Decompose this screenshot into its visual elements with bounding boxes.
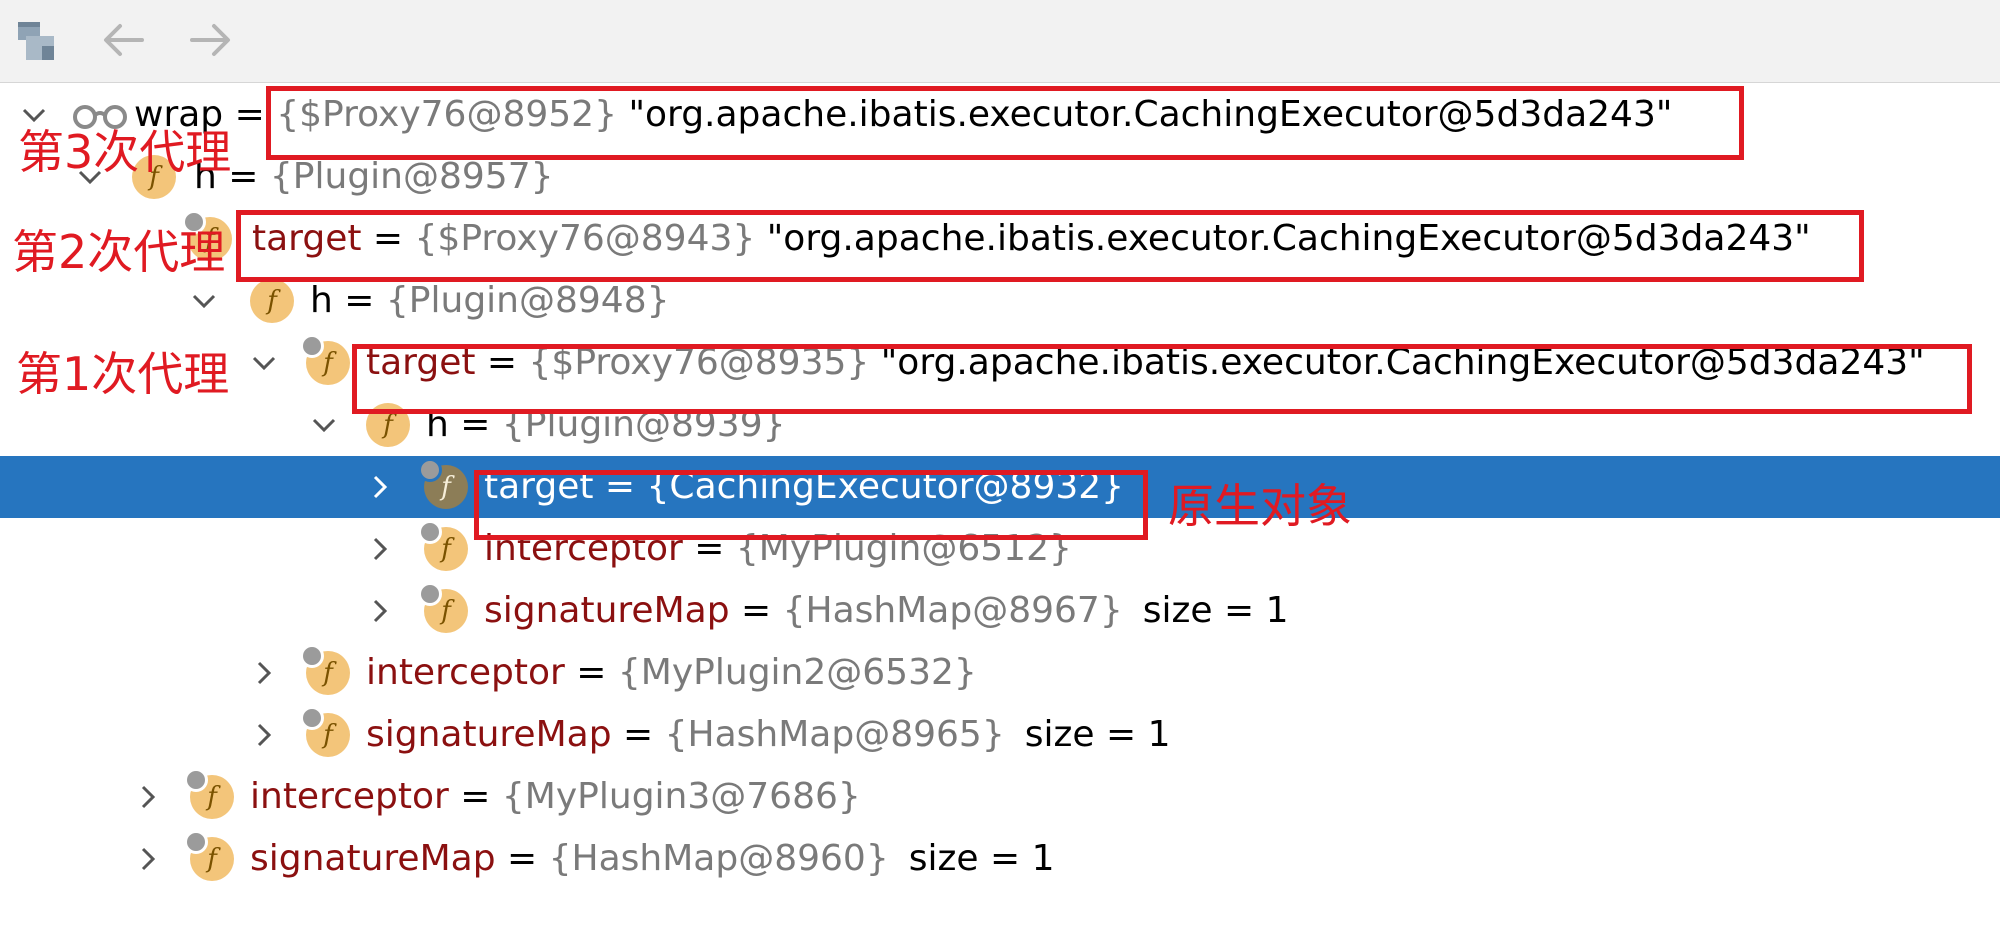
field-icon: f — [418, 582, 468, 633]
chevron-right-icon[interactable] — [132, 781, 164, 813]
annotation-box-proxy2 — [236, 210, 1864, 282]
annotation-box-proxy3 — [266, 86, 1744, 160]
lock-badge-icon — [418, 520, 442, 544]
field-icon: f — [184, 768, 234, 819]
field-icon: f — [418, 458, 468, 509]
equals-sign: = — [448, 776, 502, 817]
object-reference: {MyPlugin2@6532} — [617, 652, 977, 693]
chevron-down-icon[interactable] — [188, 285, 220, 317]
equals-sign: = — [332, 280, 386, 321]
field-icon: f — [300, 334, 350, 385]
tree-row-text: signatureMap = {HashMap@8967} size = 1 — [484, 580, 1289, 642]
field-icon: f — [184, 830, 234, 881]
variable-name: h — [310, 280, 333, 321]
equals-sign: = — [611, 714, 665, 755]
field-icon: f — [250, 279, 294, 323]
back-button[interactable] — [96, 14, 152, 66]
object-reference: {HashMap@8965} — [664, 714, 1005, 755]
layout-icon — [18, 22, 54, 60]
object-reference: {Plugin@8957} — [269, 156, 554, 197]
arrow-left-icon — [104, 24, 144, 56]
tree-row-signaturemap[interactable]: f signatureMap = {HashMap@8965} size = 1 — [0, 704, 2000, 766]
chevron-down-icon[interactable] — [248, 347, 280, 379]
chevron-right-icon[interactable] — [248, 657, 280, 689]
field-icon: f — [300, 706, 350, 757]
annotation-original-object: 原生对象 — [1168, 479, 1352, 533]
annotation-proxy2: 第2次代理 — [12, 225, 226, 279]
object-reference: {HashMap@8960} — [548, 838, 889, 879]
equals-sign: = — [564, 652, 618, 693]
tree-row-signaturemap[interactable]: f signatureMap = {HashMap@8960} size = 1 — [0, 828, 2000, 890]
debugger-toolbar — [0, 0, 2000, 83]
tree-row-text: signatureMap = {HashMap@8960} size = 1 — [250, 828, 1055, 890]
annotation-box-proxy1 — [352, 344, 1972, 414]
annotation-proxy3: 第3次代理 — [18, 125, 232, 179]
tree-row-text: interceptor = {MyPlugin2@6532} — [366, 642, 977, 704]
lock-badge-icon — [184, 768, 208, 792]
object-reference: {Plugin@8948} — [385, 280, 670, 321]
field-icon: f — [300, 644, 350, 695]
variable-name: interceptor — [250, 776, 449, 817]
annotation-box-original — [474, 470, 1148, 540]
forward-button[interactable] — [182, 14, 238, 66]
restore-layout-button[interactable] — [12, 14, 68, 66]
chevron-right-icon[interactable] — [132, 843, 164, 875]
tree-row-interceptor[interactable]: f interceptor = {MyPlugin2@6532} — [0, 642, 2000, 704]
variable-name: interceptor — [366, 652, 565, 693]
object-reference: {MyPlugin3@7686} — [501, 776, 861, 817]
lock-badge-icon — [418, 458, 442, 482]
chevron-right-icon[interactable] — [364, 533, 396, 565]
tree-row-text: signatureMap = {HashMap@8965} size = 1 — [366, 704, 1171, 766]
tree-row-text: interceptor = {MyPlugin3@7686} — [250, 766, 861, 828]
equals-sign: = — [729, 590, 783, 631]
object-reference: {HashMap@8967} — [782, 590, 1123, 631]
tree-row-signaturemap[interactable]: f signatureMap = {HashMap@8967} size = 1 — [0, 580, 2000, 642]
lock-badge-icon — [184, 830, 208, 854]
lock-badge-icon — [300, 644, 324, 668]
variable-name: signatureMap — [484, 590, 730, 631]
chevron-right-icon[interactable] — [248, 719, 280, 751]
variable-name: signatureMap — [250, 838, 496, 879]
lock-badge-icon — [300, 706, 324, 730]
equals-sign: = — [495, 838, 549, 879]
lock-badge-icon — [300, 334, 324, 358]
size-label: size = 1 — [908, 838, 1055, 879]
size-label: size = 1 — [1142, 590, 1289, 631]
chevron-right-icon[interactable] — [364, 595, 396, 627]
size-label: size = 1 — [1024, 714, 1171, 755]
variable-name: signatureMap — [366, 714, 612, 755]
chevron-down-icon[interactable] — [308, 409, 340, 441]
arrow-right-icon — [190, 24, 230, 56]
field-icon: f — [418, 520, 468, 571]
lock-badge-icon — [418, 582, 442, 606]
annotation-proxy1: 第1次代理 — [16, 347, 230, 401]
chevron-right-icon[interactable] — [364, 471, 396, 503]
tree-row-interceptor[interactable]: f interceptor = {MyPlugin3@7686} — [0, 766, 2000, 828]
